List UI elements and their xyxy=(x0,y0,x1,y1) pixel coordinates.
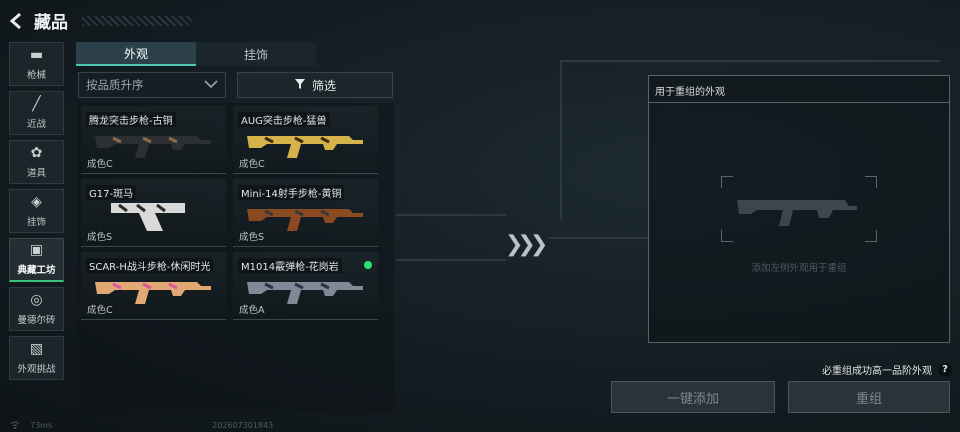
page-title: 藏品 xyxy=(34,13,68,33)
nav-item[interactable]: ✿ 道具 xyxy=(9,140,64,184)
tab-appearance[interactable]: 外观 xyxy=(76,42,196,66)
guarantee-text: 必重组成功高一品阶外观 xyxy=(822,366,932,377)
help-icon[interactable]: ? xyxy=(938,362,952,377)
weapon-skin-image xyxy=(247,209,363,231)
nav-item[interactable]: ◈ 挂饰 xyxy=(9,189,64,233)
item-quality: 成色C xyxy=(239,159,265,170)
nav-item-label: 曼德尔砖 xyxy=(17,314,56,326)
frame-corner xyxy=(865,230,877,242)
nav-item-label: 外观挑战 xyxy=(17,363,56,375)
item-name: M1014霰弹枪-花岗岩 xyxy=(238,258,342,273)
item-card[interactable]: G17-斑马成色S xyxy=(81,179,226,247)
circuit-line xyxy=(560,60,562,220)
nav-item-label: 挂饰 xyxy=(26,216,46,228)
pistol-icon: ▬ xyxy=(29,46,44,63)
knife-icon: ╱ xyxy=(32,95,41,112)
frame-corner xyxy=(721,230,733,242)
item-card[interactable]: M1014霰弹枪-花岗岩成色A xyxy=(233,252,378,320)
transfer-arrows-icon: ❯❯❯ xyxy=(505,232,548,257)
nav-item[interactable]: ▣ 典藏工坊 xyxy=(9,238,64,282)
guarantee-note: 必重组成功高一品阶外观 ? xyxy=(822,362,952,377)
grenade-icon: ✿ xyxy=(30,144,43,161)
weapon-skin-image xyxy=(247,136,363,158)
item-quality: 成色C xyxy=(87,305,113,316)
item-card[interactable]: AUG突击步枪-猛兽成色C xyxy=(233,106,378,174)
item-name: 腾龙突击步枪-古铜 xyxy=(86,112,176,127)
nav-item[interactable]: ▧ 外观挑战 xyxy=(9,336,64,380)
item-name: AUG突击步枪-猛兽 xyxy=(238,112,330,127)
sort-dropdown[interactable]: 按品质升序 xyxy=(78,72,226,98)
weapon-skin-image xyxy=(111,203,185,231)
nav-item[interactable]: ◎ 曼德尔砖 xyxy=(9,287,64,331)
item-card[interactable]: SCAR-H战斗步枪-休闲时光成色C xyxy=(81,252,226,320)
wifi-icon xyxy=(10,421,20,431)
reassemble-button[interactable]: 重组 xyxy=(788,381,950,413)
reassemble-title: 用于重组的外观 xyxy=(649,76,949,103)
nav-item-label: 道具 xyxy=(26,167,46,179)
nav-item-label: 枪械 xyxy=(26,69,46,81)
weapon-placeholder-icon[interactable] xyxy=(733,188,863,236)
frame-corner xyxy=(865,176,877,188)
nav-item-label: 近战 xyxy=(26,118,46,130)
brick-icon: ◎ xyxy=(30,291,43,308)
chevron-down-icon xyxy=(204,78,218,92)
item-card[interactable]: 腾龙突击步枪-古铜成色C xyxy=(81,106,226,174)
ping-text: 73ms xyxy=(30,421,53,430)
nav-item[interactable]: ▬ 枪械 xyxy=(9,42,64,86)
item-quality: 成色C xyxy=(87,159,113,170)
new-indicator-dot xyxy=(364,261,372,269)
title-decoration xyxy=(82,15,192,26)
back-arrow-icon[interactable] xyxy=(8,12,26,30)
challenge-icon: ▧ xyxy=(29,340,44,357)
nav-item[interactable]: ╱ 近战 xyxy=(9,91,64,135)
weapon-skin-image xyxy=(247,282,363,304)
item-card[interactable]: Mini-14射手步枪-黄铜成色S xyxy=(233,179,378,247)
add-all-button[interactable]: 一键添加 xyxy=(611,381,775,413)
circuit-line xyxy=(396,214,506,216)
circuit-line xyxy=(396,259,506,261)
build-id: 202607301843 xyxy=(212,421,274,430)
reassemble-panel: 用于重组的外观 添加左侧外观用于重组 xyxy=(648,75,950,343)
status-footer: 73ms 202607301843 xyxy=(10,421,273,431)
tab-bar: 外观 挂饰 xyxy=(76,42,316,66)
page-header: 藏品 xyxy=(8,8,192,33)
item-grid: 腾龙突击步枪-古铜 成色C AUG突击步枪-猛兽 成色C G17-斑马 成色S Mini-1… xyxy=(78,103,394,413)
item-name: Mini-14射手步枪-黄铜 xyxy=(238,185,345,200)
weapon-skin-image xyxy=(95,136,211,158)
tab-charms[interactable]: 挂饰 xyxy=(196,42,316,66)
category-nav: ▬ 枪械 ╱ 近战 ✿ 道具 ◈ 挂饰 ▣ 典藏工坊 ◎ 曼德尔砖 ▧ 外观挑战 xyxy=(9,42,64,385)
item-quality: 成色S xyxy=(239,232,265,243)
item-name: G17-斑马 xyxy=(86,185,137,200)
circuit-line xyxy=(560,60,940,62)
charm-icon: ◈ xyxy=(31,193,42,210)
circuit-line xyxy=(548,237,648,239)
weapon-skin-image xyxy=(95,282,211,304)
filter-icon xyxy=(294,78,306,93)
nav-item-label: 典藏工坊 xyxy=(17,265,56,276)
item-name: SCAR-H战斗步枪-休闲时光 xyxy=(86,258,214,273)
reassemble-hint: 添加左侧外观用于重组 xyxy=(751,263,847,274)
frame-corner xyxy=(721,176,733,188)
workshop-icon: ▣ xyxy=(29,242,44,258)
sort-label: 按品质升序 xyxy=(86,78,144,92)
filter-label: 筛选 xyxy=(311,78,336,93)
item-quality: 成色A xyxy=(239,305,265,316)
filter-button[interactable]: 筛选 xyxy=(237,72,393,98)
item-quality: 成色S xyxy=(87,232,113,243)
